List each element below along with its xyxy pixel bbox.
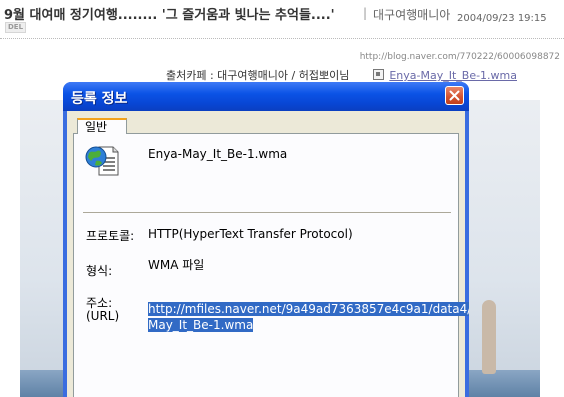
protocol-label: 프로토콜:	[86, 229, 135, 243]
source-line: 출처카페 : 대구여행매니아 / 허접뽀이님 Enya-May_It_Be-1.…	[166, 67, 517, 83]
address-value-text[interactable]: http://mfiles.naver.net/9a49ad7363857e4c…	[148, 302, 469, 332]
post-date: 2004/09/23 19:15	[457, 13, 547, 24]
close-button[interactable]	[445, 86, 464, 105]
delete-button[interactable]: DEL	[5, 22, 27, 33]
close-icon	[449, 90, 460, 101]
source-cafe-text[interactable]: 출처카페 : 대구여행매니아 / 허접뽀이님	[166, 69, 349, 82]
general-panel: Enya-May_It_Be-1.wma 프로토콜: HTTP(HyperTex…	[73, 133, 469, 397]
protocol-value: HTTP(HyperText Transfer Protocol)	[148, 227, 353, 241]
photo-person	[482, 300, 496, 374]
attachment-file-icon	[372, 69, 384, 80]
dialog-body: 일반 Enya-May_It_Be-1.wma 프로토콜: HTTP(Hyper…	[67, 111, 469, 397]
blog-name-link[interactable]: 대구여행매니아	[373, 6, 450, 23]
internet-document-icon	[85, 146, 119, 176]
address-value[interactable]: http://mfiles.naver.net/9a49ad7363857e4c…	[148, 301, 469, 333]
type-value: WMA 파일	[148, 258, 205, 272]
dialog-titlebar[interactable]: 등록 정보	[63, 82, 469, 111]
header-divider	[0, 38, 564, 39]
address-url-label: (URL)	[86, 309, 120, 323]
panel-divider	[83, 212, 451, 213]
title-separator: |	[363, 6, 368, 20]
attachment-link[interactable]: Enya-May_It_Be-1.wma	[389, 69, 517, 82]
post-url[interactable]: http://blog.naver.com/770222/60006098872	[360, 52, 560, 62]
post-title[interactable]: 9월 대여매 정기여행........ '그 즐거움과 빛나는 추억들....'	[4, 4, 335, 23]
properties-dialog: 등록 정보 일반 Enya-May_It_Be-1.wma 프로토콜: HTTP…	[63, 82, 469, 397]
tab-general[interactable]: 일반	[77, 118, 127, 134]
dialog-title: 등록 정보	[71, 91, 128, 107]
type-label: 형식:	[86, 264, 113, 278]
file-name: Enya-May_It_Be-1.wma	[148, 147, 288, 161]
